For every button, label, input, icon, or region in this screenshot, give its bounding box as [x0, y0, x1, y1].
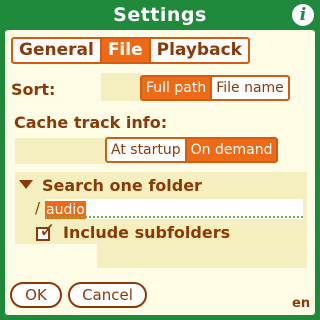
info-icon[interactable]: i	[292, 4, 314, 26]
cache-on-demand-option[interactable]: On demand	[184, 139, 277, 161]
include-subfolders-checkbox[interactable]: ✓	[36, 220, 56, 241]
locale-indicator: en	[292, 296, 311, 311]
sort-selector: Full path File name	[140, 75, 290, 101]
folder-field-underline	[45, 216, 303, 218]
tab-playback[interactable]: Playback	[148, 39, 248, 62]
sort-file-name-option[interactable]: File name	[210, 77, 288, 99]
title-bar: Settings i	[0, 0, 320, 30]
ok-button[interactable]: OK	[10, 282, 62, 308]
settings-window: Settings i General File Playback Sort: F…	[0, 0, 320, 320]
cancel-button[interactable]: Cancel	[68, 282, 147, 308]
triangle-down-icon	[19, 180, 33, 189]
sort-label: Sort:	[11, 80, 56, 99]
cache-at-startup-option[interactable]: At startup	[107, 139, 185, 161]
settings-panel: General File Playback Sort: Full path Fi…	[5, 30, 315, 315]
search-scope-label: Search one folder	[42, 175, 202, 195]
path-prefix: /	[35, 199, 41, 217]
search-scope-trigger[interactable]: Search one folder	[19, 174, 202, 196]
include-subfolders-label: Include subfolders	[63, 223, 231, 242]
cache-spacer	[15, 138, 105, 164]
lower-gap	[15, 244, 97, 268]
cache-selector: At startup On demand	[105, 137, 279, 163]
window-title: Settings	[113, 4, 207, 26]
sort-full-path-option[interactable]: Full path	[142, 77, 211, 99]
cache-track-info-label: Cache track info:	[14, 113, 168, 132]
tab-file[interactable]: File	[99, 39, 149, 62]
tab-bar: General File Playback	[11, 37, 250, 64]
checkmark-icon: ✓	[39, 218, 56, 242]
sort-spacer	[101, 73, 141, 101]
tab-general[interactable]: General	[13, 39, 100, 62]
